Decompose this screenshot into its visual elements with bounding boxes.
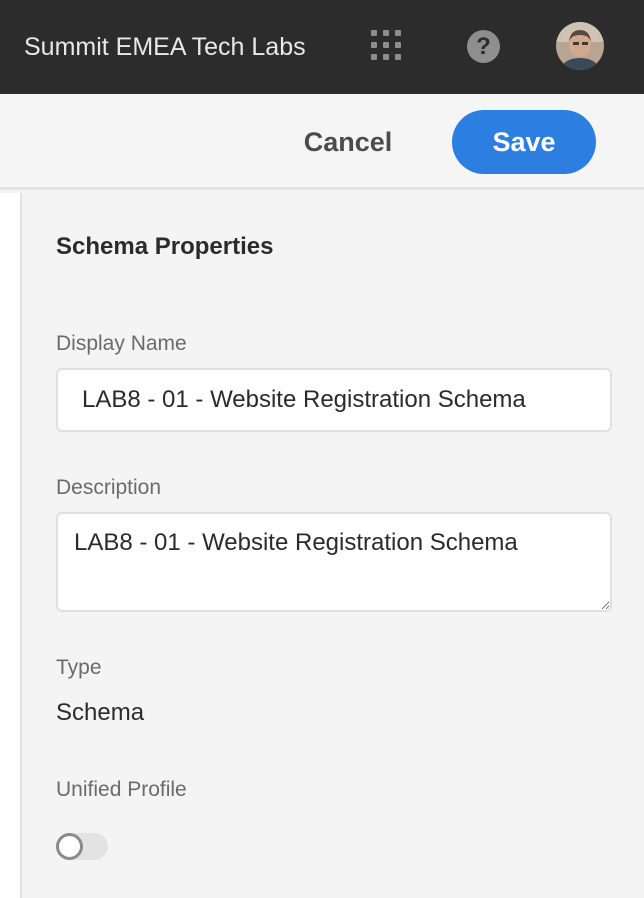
canvas-edge bbox=[0, 193, 22, 898]
cancel-button[interactable]: Cancel bbox=[290, 113, 406, 171]
apps-grid-icon[interactable] bbox=[371, 30, 403, 62]
unified-profile-toggle[interactable] bbox=[56, 833, 108, 860]
section-title: Schema Properties bbox=[56, 233, 274, 260]
help-icon[interactable]: ? bbox=[467, 30, 500, 63]
type-label: Type bbox=[56, 656, 102, 679]
toggle-knob bbox=[56, 833, 83, 860]
save-button[interactable]: Save bbox=[452, 110, 596, 174]
avatar[interactable] bbox=[556, 22, 604, 70]
type-value: Schema bbox=[56, 699, 145, 726]
display-name-label: Display Name bbox=[56, 332, 187, 355]
top-bar: Summit EMEA Tech Labs ? bbox=[0, 0, 644, 94]
description-label: Description bbox=[56, 476, 162, 499]
description-textarea[interactable]: LAB8 - 01 - Website Registration Schema bbox=[56, 512, 612, 612]
display-name-input[interactable] bbox=[56, 368, 612, 432]
unified-profile-label: Unified Profile bbox=[56, 778, 187, 801]
org-name[interactable]: Summit EMEA Tech Labs bbox=[24, 31, 306, 63]
